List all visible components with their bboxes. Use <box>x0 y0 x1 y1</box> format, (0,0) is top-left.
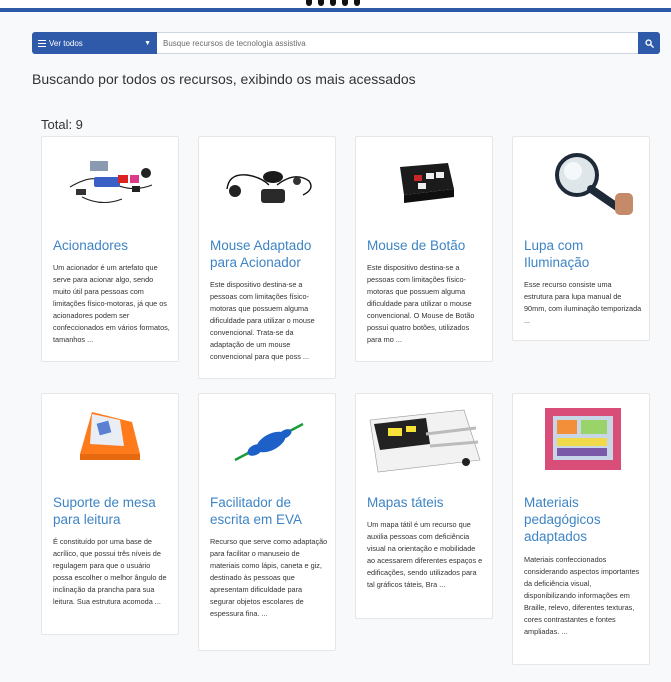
reading-stand-image <box>80 412 140 460</box>
results-total: Total: 9 <box>41 117 83 132</box>
main-content: Ver todos ▼ Buscando por todos os recurs… <box>0 12 671 682</box>
button-mouse-image <box>400 163 454 203</box>
pencil-grip-image <box>234 422 304 462</box>
card-title[interactable]: Suporte de mesa para leitura <box>53 494 173 528</box>
resource-card[interactable]: Mouse Adaptado para Acionador Este dispo… <box>198 136 336 379</box>
card-title[interactable]: Facilitador de escrita em EVA <box>210 494 330 528</box>
search-bar: Ver todos ▼ <box>32 32 660 54</box>
card-description: Um mapa tátil é um recurso que auxilia p… <box>367 520 483 589</box>
card-description: Recurso que serve como adaptação para fa… <box>210 537 328 618</box>
category-filter-dropdown[interactable]: Ver todos ▼ <box>32 32 157 54</box>
resource-card[interactable]: Materiais pedagógicos adaptados Materiai… <box>512 393 650 665</box>
caret-down-icon: ▼ <box>144 39 151 47</box>
adapted-mouse-image <box>226 171 312 203</box>
tactile-board-image <box>545 408 621 470</box>
resource-card[interactable]: Suporte de mesa para leitura É constituí… <box>41 393 179 635</box>
card-description: Um acionador é um artefato que serve par… <box>53 263 170 344</box>
tactile-map-image <box>369 409 481 473</box>
resource-card[interactable]: Acionadores Um acionador é um artefato q… <box>41 136 179 362</box>
resource-card[interactable]: Mouse de Botão Este dispositivo destina-… <box>355 136 493 362</box>
resource-card[interactable]: Facilitador de escrita em EVA Recurso qu… <box>198 393 336 651</box>
card-title[interactable]: Mouse Adaptado para Acionador <box>210 237 330 271</box>
category-filter-label: Ver todos <box>49 38 83 48</box>
card-description: Esse recurso consiste uma estrutura para… <box>524 280 642 325</box>
card-description: É constituído por uma base de acrílico, … <box>53 537 167 606</box>
card-title[interactable]: Lupa com Iluminação <box>524 237 644 271</box>
list-icon <box>38 39 46 47</box>
resource-card[interactable]: Mapas táteis Um mapa tátil é um recurso … <box>355 393 493 619</box>
results-heading: Buscando por todos os recursos, exibindo… <box>32 71 416 87</box>
search-icon <box>644 38 654 48</box>
card-description: Este dispositivo destina-se a pessoas co… <box>210 280 315 361</box>
card-title[interactable]: Materiais pedagógicos adaptados <box>524 494 644 545</box>
site-header-strip <box>0 0 671 12</box>
card-title[interactable]: Acionadores <box>53 237 173 254</box>
card-description: Este dispositivo destina-se a pessoas co… <box>367 263 475 344</box>
resource-card[interactable]: Lupa com Iluminação Esse recurso consist… <box>512 136 650 341</box>
search-button[interactable] <box>638 32 660 54</box>
card-title[interactable]: Mouse de Botão <box>367 237 487 254</box>
site-logo-fragment <box>306 0 366 8</box>
card-title[interactable]: Mapas táteis <box>367 494 487 511</box>
card-description: Materiais confeccionados considerando as… <box>524 555 640 636</box>
switch-devices-image <box>69 161 153 203</box>
magnifier-image <box>555 153 633 215</box>
search-input[interactable] <box>157 32 638 54</box>
